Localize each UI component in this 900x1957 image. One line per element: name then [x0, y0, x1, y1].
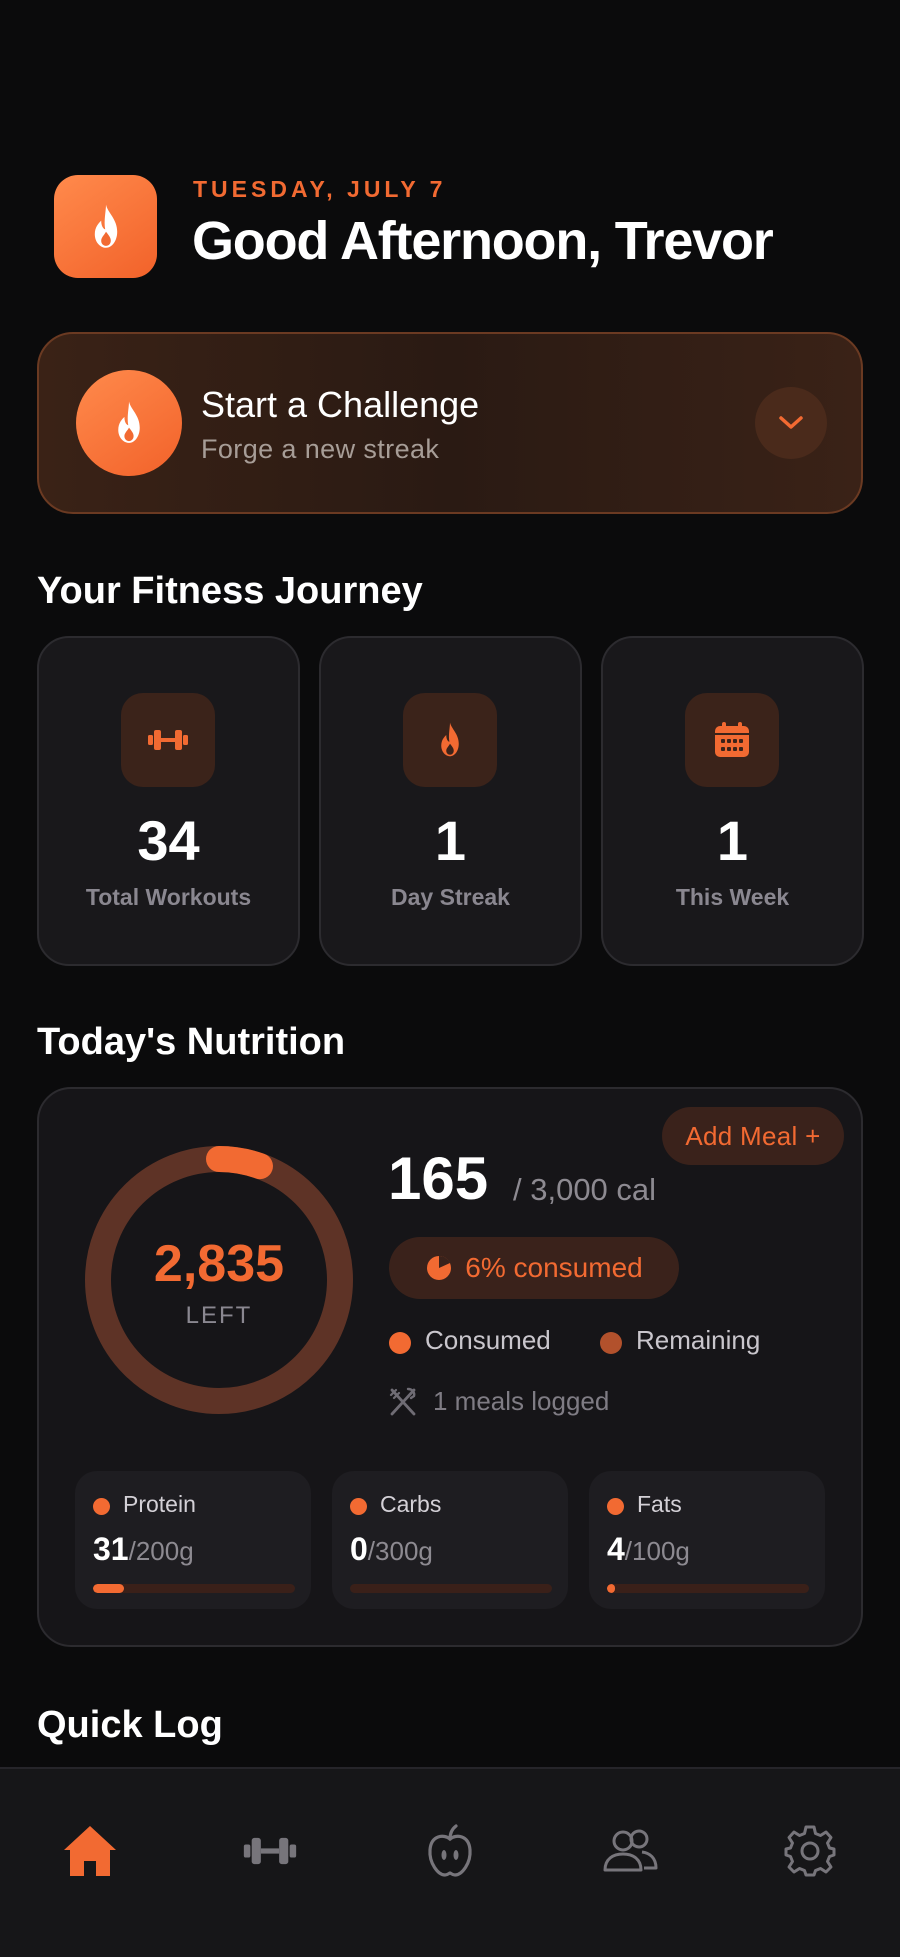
nav-community[interactable] [590, 1811, 670, 1891]
start-challenge-card[interactable]: Start a Challenge Forge a new streak [37, 332, 863, 514]
stat-card-day-streak[interactable]: 1 Day Streak [319, 636, 582, 966]
flame-icon [118, 401, 140, 443]
nav-workouts[interactable] [230, 1811, 310, 1891]
gear-icon [784, 1825, 836, 1877]
challenge-title: Start a Challenge [201, 384, 480, 425]
nav-nutrition[interactable] [410, 1811, 490, 1891]
percent-consumed-label: 6% consumed [465, 1252, 643, 1283]
calories-consumed: 165 [388, 1145, 489, 1212]
stat-icon-box [121, 693, 215, 787]
home-icon [64, 1826, 116, 1876]
stat-value: 1 [434, 809, 467, 872]
macro-values: 31/200g [93, 1531, 194, 1568]
macro-target: /200g [128, 1536, 194, 1566]
nav-settings[interactable] [770, 1811, 850, 1891]
stat-value: 1 [716, 809, 749, 872]
legend-remaining-dot [600, 1332, 622, 1354]
macro-dot [93, 1498, 110, 1515]
macro-dot [350, 1498, 367, 1515]
stat-value: 34 [137, 809, 200, 872]
percent-consumed-badge: 6% consumed [389, 1237, 679, 1299]
macro-name: Protein [123, 1491, 196, 1517]
stat-label: Total Workouts [85, 884, 252, 910]
stat-label: Day Streak [391, 884, 510, 910]
legend-remaining-label: Remaining [636, 1325, 761, 1355]
date-label: TUESDAY, JULY 7 [193, 176, 447, 202]
macro-progress-fill [93, 1584, 125, 1593]
macro-dot [607, 1498, 624, 1515]
flame-icon [94, 204, 117, 248]
macro-progress-fill [607, 1584, 616, 1593]
calendar-icon [715, 722, 749, 757]
stat-icon-box [403, 693, 497, 787]
flame-icon [441, 722, 459, 757]
legend-consumed-label: Consumed [425, 1325, 551, 1355]
dumbbell-icon [148, 730, 188, 750]
meals-logged-text: 1 meals logged [433, 1386, 610, 1416]
macro-target: /100g [624, 1536, 690, 1566]
macro-card-carbs: Carbs 0/300g [332, 1471, 568, 1609]
challenge-subtitle: Forge a new streak [201, 434, 440, 464]
challenge-icon [76, 370, 182, 476]
utensils-icon [389, 1387, 416, 1416]
stat-label: This Week [675, 884, 790, 910]
macro-progress-track [607, 1584, 809, 1593]
legend-consumed-dot [389, 1332, 411, 1354]
macro-progress-track [93, 1584, 295, 1593]
chevron-down-icon [779, 416, 803, 429]
nutrition-section-title: Today's Nutrition [37, 1021, 346, 1063]
calories-total: / 3,000 cal [513, 1172, 657, 1207]
quick-log-section-title: Quick Log [37, 1704, 223, 1746]
users-icon [603, 1829, 658, 1872]
bottom-nav [0, 1767, 900, 1957]
macro-card-protein: Protein 31/200g [75, 1471, 311, 1609]
stat-icon-box [685, 693, 779, 787]
calories-left-value: 2,835 [153, 1235, 285, 1293]
calories-left-label: LEFT [185, 1302, 253, 1329]
macro-progress-track [350, 1584, 552, 1593]
macro-target: /300g [367, 1536, 433, 1566]
journey-section-title: Your Fitness Journey [37, 570, 423, 612]
macro-name: Carbs [380, 1491, 442, 1517]
macro-card-fats: Fats 4/100g [589, 1471, 825, 1609]
add-meal-button[interactable]: Add Meal + [662, 1107, 844, 1165]
expand-challenge-button[interactable] [755, 387, 827, 459]
dumbbell-icon [243, 1837, 297, 1865]
greeting-title: Good Afternoon, Trevor [192, 211, 774, 271]
pie-chart-icon [427, 1255, 452, 1280]
macro-values: 0/300g [350, 1531, 433, 1568]
nav-home[interactable] [50, 1811, 130, 1891]
stat-card-this-week[interactable]: 1 This Week [601, 636, 864, 966]
stat-card-total-workouts[interactable]: 34 Total Workouts [37, 636, 300, 966]
macro-values: 4/100g [607, 1531, 690, 1568]
macro-current: 0 [350, 1531, 368, 1567]
macro-current: 4 [607, 1531, 625, 1567]
macro-current: 31 [93, 1531, 129, 1567]
apple-icon [428, 1824, 472, 1877]
nutrition-card: Add Meal + 2,835 LEFT 165 / 3,000 cal 6%… [37, 1087, 863, 1647]
macro-name: Fats [637, 1491, 682, 1517]
app-logo [54, 175, 157, 278]
